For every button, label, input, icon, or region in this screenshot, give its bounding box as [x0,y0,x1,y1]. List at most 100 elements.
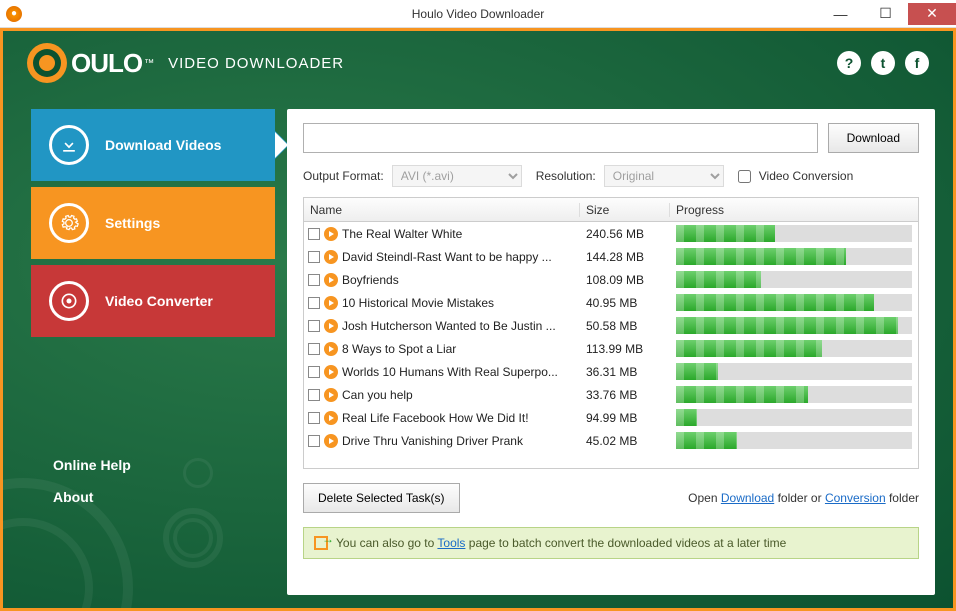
table-row[interactable]: Real Life Facebook How We Did It! 94.99 M… [304,406,918,429]
sidebar: Download Videos Settings Video Converter… [31,109,275,521]
table-row[interactable]: The Real Walter White 240.56 MB [304,222,918,245]
app-body: OULO™ VIDEO DOWNLOADER ? t f Download Vi… [3,31,953,608]
decorative-circle [173,518,213,558]
progress-bar [676,225,912,242]
app-header: OULO™ VIDEO DOWNLOADER ? t f [3,31,953,95]
row-name: Josh Hutcherson Wanted to Be Justin ... [342,319,556,333]
table-row[interactable]: David Steindl-Rast Want to be happy ... 1… [304,245,918,268]
progress-bar [676,386,912,403]
logo-icon [27,43,67,83]
minimize-button[interactable]: — [818,3,863,25]
tab-label: Settings [105,215,160,231]
logo: OULO™ VIDEO DOWNLOADER [27,43,344,83]
play-icon [324,342,338,356]
play-icon [324,227,338,241]
tab-label: Video Converter [105,293,213,309]
table-row[interactable]: Boyfriends108.09 MB [304,268,918,291]
row-name: Drive Thru Vanishing Driver Prank [342,434,523,448]
tab-download-videos[interactable]: Download Videos [31,109,275,181]
table-row[interactable]: 10 Historical Movie Mistakes40.95 MB [304,291,918,314]
row-name: Boyfriends [342,273,399,287]
row-size: 50.58 MB [580,319,670,333]
downloads-table: Name Size Progress The Real Walter White… [303,197,919,469]
progress-bar [676,248,912,265]
gear-icon [49,203,89,243]
column-progress[interactable]: Progress [670,203,918,217]
delete-selected-button[interactable]: Delete Selected Task(s) [303,483,460,513]
row-checkbox[interactable] [308,389,320,401]
play-icon [324,411,338,425]
close-button[interactable]: ✕ [908,3,956,25]
download-folder-link[interactable]: Download [721,491,774,505]
table-row[interactable]: Drive Thru Vanishing Driver Prank 45.02 M… [304,429,918,452]
tab-label: Download Videos [105,137,221,153]
column-name[interactable]: Name [304,203,580,217]
table-row[interactable]: 8 Ways to Spot a Liar113.99 MB [304,337,918,360]
row-checkbox[interactable] [308,412,320,424]
row-size: 33.76 MB [580,388,670,402]
progress-bar [676,363,912,380]
facebook-icon[interactable]: f [905,51,929,75]
window-titlebar: ● Houlo Video Downloader — ☐ ✕ [0,0,956,28]
outer-frame: OULO™ VIDEO DOWNLOADER ? t f Download Vi… [0,28,956,611]
row-size: 94.99 MB [580,411,670,425]
tip-bar: You can also go to Tools page to batch c… [303,527,919,559]
resolution-label: Resolution: [536,169,596,183]
progress-bar [676,317,912,334]
tab-settings[interactable]: Settings [31,187,275,259]
row-name: Real Life Facebook How We Did It! [342,411,529,425]
row-size: 45.02 MB [580,434,670,448]
download-icon [49,125,89,165]
progress-bar [676,340,912,357]
row-name: Worlds 10 Humans With Real Superpo... [342,365,558,379]
video-conversion-checkbox[interactable] [738,170,751,183]
row-checkbox[interactable] [308,435,320,447]
play-icon [324,273,338,287]
table-row[interactable]: Josh Hutcherson Wanted to Be Justin ... 5… [304,314,918,337]
row-checkbox[interactable] [308,228,320,240]
output-format-select[interactable]: AVI (*.avi) [392,165,522,187]
row-checkbox[interactable] [308,343,320,355]
row-size: 144.28 MB [580,250,670,264]
row-size: 36.31 MB [580,365,670,379]
row-name: David Steindl-Rast Want to be happy ... [342,250,552,264]
play-icon [324,250,338,264]
play-icon [324,388,338,402]
progress-bar [676,271,912,288]
table-row[interactable]: Can you help 33.76 MB [304,383,918,406]
tab-video-converter[interactable]: Video Converter [31,265,275,337]
url-input[interactable] [303,123,818,153]
play-icon [324,365,338,379]
progress-bar [676,294,912,311]
window-title: Houlo Video Downloader [412,7,545,21]
conversion-folder-link[interactable]: Conversion [825,491,886,505]
row-checkbox[interactable] [308,366,320,378]
progress-bar [676,432,912,449]
folder-links: Open Download folder or Conversion folde… [688,491,919,505]
progress-bar [676,409,912,426]
column-size[interactable]: Size [580,203,670,217]
row-checkbox[interactable] [308,297,320,309]
table-row[interactable]: Worlds 10 Humans With Real Superpo... 36.… [304,360,918,383]
twitter-icon[interactable]: t [871,51,895,75]
row-checkbox[interactable] [308,274,320,286]
row-checkbox[interactable] [308,251,320,263]
row-name: 8 Ways to Spot a Liar [342,342,456,356]
link-online-help[interactable]: Online Help [53,457,275,473]
main-panel: Download Output Format: AVI (*.avi) Reso… [287,109,935,595]
link-about[interactable]: About [53,489,275,505]
resolution-select[interactable]: Original [604,165,724,187]
output-format-label: Output Format: [303,169,384,183]
tools-link[interactable]: Tools [437,536,465,550]
play-icon [324,319,338,333]
row-name: The Real Walter White [342,227,462,241]
row-checkbox[interactable] [308,320,320,332]
row-name: 10 Historical Movie Mistakes [342,296,494,310]
logo-text: OULO [71,48,142,79]
download-button[interactable]: Download [828,123,919,153]
maximize-button[interactable]: ☐ [863,3,908,25]
row-name: Can you help [342,388,413,402]
row-size: 240.56 MB [580,227,670,241]
play-icon [324,434,338,448]
help-icon[interactable]: ? [837,51,861,75]
